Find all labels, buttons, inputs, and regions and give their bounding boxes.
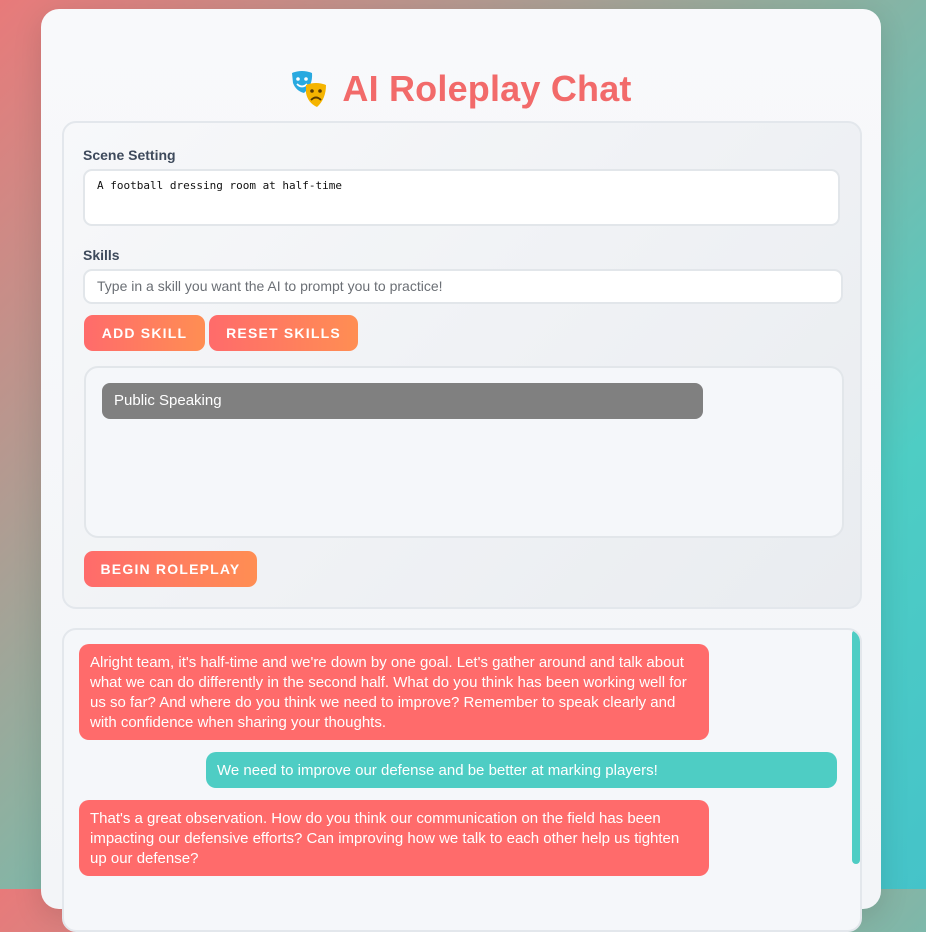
header: AI Roleplay Chat xyxy=(41,61,881,117)
skill-chip[interactable]: Public Speaking xyxy=(102,383,703,419)
chat-message-user: We need to improve our defense and be be… xyxy=(206,752,837,788)
scene-setting-label: Scene Setting xyxy=(83,147,176,163)
reset-skills-button[interactable]: RESET SKILLS xyxy=(209,315,358,351)
scene-setting-input[interactable]: A football dressing room at half-time xyxy=(83,169,840,226)
chat-message-ai: Alright team, it's half-time and we're d… xyxy=(79,644,709,740)
chat-scrollbar[interactable] xyxy=(852,630,860,930)
page-title: AI Roleplay Chat xyxy=(342,68,632,109)
chat-scrollbar-thumb[interactable] xyxy=(852,630,860,864)
chat-panel[interactable]: Alright team, it's half-time and we're d… xyxy=(62,628,862,932)
begin-roleplay-button[interactable]: BEGIN ROLEPLAY xyxy=(84,551,257,587)
app-card: AI Roleplay Chat Scene Setting A footbal… xyxy=(41,9,881,932)
skill-input[interactable]: Type in a skill you want the AI to promp… xyxy=(83,269,843,304)
theater-masks-icon xyxy=(292,71,327,107)
chat-message-ai: That's a great observation. How do you t… xyxy=(79,800,709,876)
skills-label: Skills xyxy=(83,247,120,263)
setup-panel: Scene Setting A football dressing room a… xyxy=(62,121,862,609)
add-skill-button[interactable]: ADD SKILL xyxy=(84,315,205,351)
skills-list: Public Speaking xyxy=(84,366,844,538)
